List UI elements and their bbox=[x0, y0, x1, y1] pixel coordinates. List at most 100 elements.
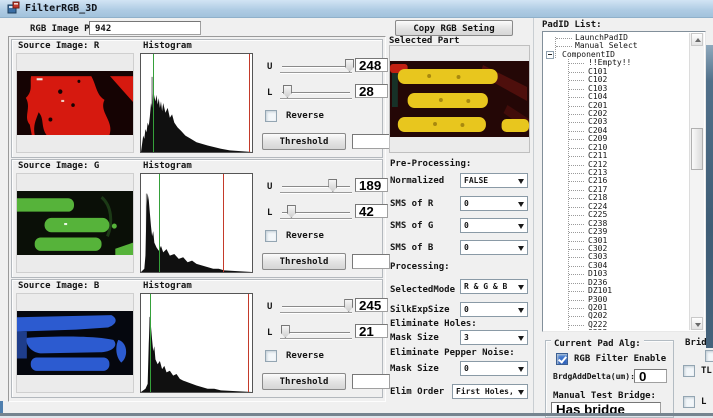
histogram-label: Histogram bbox=[143, 161, 192, 171]
sms-b-dropdown[interactable]: 0 bbox=[460, 240, 528, 255]
padid-tree[interactable]: LaunchPadID Manual Select ComponentID !!… bbox=[542, 31, 706, 332]
tree-item[interactable]: C104 bbox=[569, 93, 689, 101]
reverse-checkbox-b[interactable] bbox=[265, 350, 277, 362]
tree-item[interactable]: C239 bbox=[569, 228, 689, 236]
group-title: Source Image: G bbox=[18, 161, 99, 171]
brdg-add-delta-input[interactable] bbox=[634, 369, 667, 383]
sms-b-label: SMS of B bbox=[390, 243, 433, 253]
scroll-down-icon[interactable] bbox=[691, 317, 703, 330]
l-label: L bbox=[267, 208, 272, 218]
l-value-b[interactable] bbox=[355, 324, 388, 338]
threshold-output-r bbox=[352, 134, 390, 149]
tree-item[interactable]: D103 bbox=[569, 270, 689, 278]
l-label: L bbox=[267, 328, 272, 338]
tree-item[interactable]: C213 bbox=[569, 169, 689, 177]
chevron-down-icon bbox=[518, 367, 524, 375]
normalized-dropdown[interactable]: FALSE bbox=[460, 173, 528, 188]
tree-item[interactable]: C201 bbox=[569, 102, 689, 110]
selected-mode-label: SelectedMode bbox=[390, 285, 455, 295]
window-title: FilterRGB_3D bbox=[25, 3, 97, 14]
tree-item[interactable]: Q202 bbox=[569, 312, 689, 320]
threshold-button-b[interactable]: Threshold bbox=[262, 373, 346, 390]
u-value-b[interactable] bbox=[355, 298, 388, 312]
slider-thumb[interactable] bbox=[283, 85, 292, 98]
slider-thumb[interactable] bbox=[287, 205, 296, 218]
current-pad-alg-group: Current Pad Alg: RGB Filter Enable BrdgA… bbox=[545, 340, 674, 418]
tree-item[interactable]: C225 bbox=[569, 211, 689, 219]
tree-item[interactable]: C204 bbox=[569, 127, 689, 135]
collapse-icon[interactable] bbox=[546, 51, 554, 59]
tree-item[interactable]: C211 bbox=[569, 152, 689, 160]
mask-size-holes-dropdown[interactable]: 3 bbox=[460, 330, 528, 345]
tree-item[interactable]: C216 bbox=[569, 177, 689, 185]
histogram-lower-line bbox=[153, 54, 154, 152]
bridge-l-checkbox[interactable] bbox=[683, 396, 695, 408]
selected-part-image bbox=[389, 45, 530, 153]
tree-item[interactable]: C303 bbox=[569, 253, 689, 261]
u-slider-b[interactable] bbox=[280, 298, 352, 316]
tree-item[interactable]: C217 bbox=[569, 186, 689, 194]
u-value-r[interactable] bbox=[355, 58, 388, 72]
threshold-button-r[interactable]: Threshold bbox=[262, 133, 346, 150]
l-slider-r[interactable] bbox=[280, 84, 352, 102]
slider-thumb[interactable] bbox=[328, 179, 337, 192]
u-value-g[interactable] bbox=[355, 178, 388, 192]
l-value-g[interactable] bbox=[355, 204, 388, 218]
threshold-button-g[interactable]: Threshold bbox=[262, 253, 346, 270]
window-edge-strip bbox=[706, 45, 713, 348]
mask-size-pepper-dropdown[interactable]: 0 bbox=[460, 361, 528, 376]
tree-item[interactable]: C238 bbox=[569, 220, 689, 228]
tree-item[interactable]: C301 bbox=[569, 237, 689, 245]
tree-item[interactable]: C224 bbox=[569, 203, 689, 211]
selected-mode-dropdown[interactable]: R & G & B bbox=[460, 279, 528, 294]
u-slider-g[interactable] bbox=[280, 178, 352, 196]
tree-item[interactable]: C209 bbox=[569, 135, 689, 143]
threshold-output-g bbox=[352, 254, 390, 269]
bridge-tl-checkbox[interactable] bbox=[683, 365, 695, 377]
slider-thumb[interactable] bbox=[281, 325, 290, 338]
bridge-checkbox-partial[interactable] bbox=[705, 350, 713, 362]
tree-item[interactable]: C103 bbox=[569, 85, 689, 93]
scroll-up-icon[interactable] bbox=[691, 33, 703, 46]
titlebar[interactable]: FilterRGB_3D bbox=[0, 0, 713, 18]
l-value-r[interactable] bbox=[355, 84, 388, 98]
l-slider-g[interactable] bbox=[280, 204, 352, 222]
tree-item[interactable]: C212 bbox=[569, 161, 689, 169]
slider-thumb[interactable] bbox=[345, 59, 354, 72]
tree-item[interactable]: C218 bbox=[569, 194, 689, 202]
tree-item[interactable]: !!Empty!! bbox=[569, 59, 689, 67]
source-image-b-group: Source Image: B Histogram bbox=[11, 279, 383, 398]
reverse-checkbox-g[interactable] bbox=[265, 230, 277, 242]
sms-g-dropdown[interactable]: 0 bbox=[460, 218, 528, 233]
tree-item[interactable]: C202 bbox=[569, 110, 689, 118]
scrollbar-thumb[interactable] bbox=[691, 128, 703, 170]
u-slider-r[interactable] bbox=[280, 58, 352, 76]
elim-order-dropdown[interactable]: First Holes, bbox=[452, 384, 528, 399]
tree-item[interactable]: C203 bbox=[569, 118, 689, 126]
tree-item[interactable]: D236 bbox=[569, 279, 689, 287]
slider-thumb[interactable] bbox=[344, 299, 353, 312]
tree-item[interactable]: C101 bbox=[569, 68, 689, 76]
reverse-checkbox-r[interactable] bbox=[265, 110, 277, 122]
group-title: Source Image: R bbox=[18, 41, 99, 51]
silk-exp-size-dropdown[interactable]: 0 bbox=[460, 302, 528, 317]
normalized-label: Normalized bbox=[390, 176, 444, 186]
chevron-down-icon bbox=[518, 285, 524, 293]
tree-item[interactable]: Q222 bbox=[569, 321, 689, 329]
tree-item[interactable]: DZ101 bbox=[569, 287, 689, 295]
sms-r-dropdown[interactable]: 0 bbox=[460, 196, 528, 211]
tree-item[interactable]: C304 bbox=[569, 262, 689, 270]
tree-item[interactable]: C302 bbox=[569, 245, 689, 253]
app-icon bbox=[7, 1, 20, 17]
tree-item[interactable]: C210 bbox=[569, 144, 689, 152]
tree-item[interactable]: Q223 bbox=[569, 329, 689, 330]
window-left-frame bbox=[0, 401, 3, 413]
chevron-down-icon bbox=[518, 202, 524, 210]
rgb-filter-enable-checkbox[interactable] bbox=[556, 353, 568, 365]
tree-scrollbar[interactable] bbox=[689, 33, 704, 330]
dropdown-value: 0 bbox=[464, 305, 469, 314]
tree-item[interactable]: Q201 bbox=[569, 304, 689, 312]
tree-item[interactable]: P300 bbox=[569, 296, 689, 304]
l-slider-b[interactable] bbox=[280, 324, 352, 342]
tree-item[interactable]: C102 bbox=[569, 76, 689, 84]
